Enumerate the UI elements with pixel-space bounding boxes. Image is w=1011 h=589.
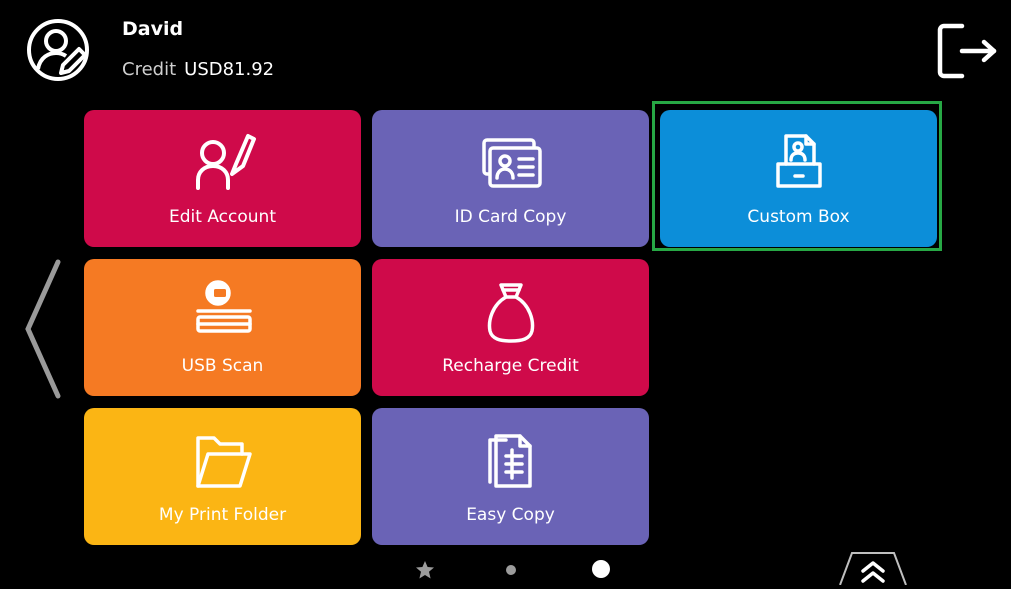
chevron-left-icon[interactable] <box>22 258 62 400</box>
recharge-credit-tile[interactable]: Recharge Credit <box>372 259 649 396</box>
id-card-icon <box>476 128 546 198</box>
tile-label: Easy Copy <box>466 505 555 525</box>
user-edit-icon[interactable] <box>25 17 91 83</box>
page-indicator-dot[interactable] <box>506 565 516 575</box>
usb-scanner-icon <box>188 277 258 347</box>
logout-icon[interactable] <box>932 18 998 84</box>
tile-label: Edit Account <box>169 207 276 227</box>
id-card-copy-tile[interactable]: ID Card Copy <box>372 110 649 247</box>
selection-highlight <box>652 101 942 251</box>
credit-label: Credit <box>122 59 177 80</box>
copy-documents-icon <box>476 426 546 496</box>
user-pen-icon <box>188 128 258 198</box>
user-name: David <box>122 18 184 40</box>
tile-label: USB Scan <box>181 356 264 376</box>
my-print-folder-tile[interactable]: My Print Folder <box>84 408 361 545</box>
usb-scan-tile[interactable]: USB Scan <box>84 259 361 396</box>
tile-label: Recharge Credit <box>442 356 579 376</box>
edit-account-tile[interactable]: Edit Account <box>84 110 361 247</box>
tile-label: My Print Folder <box>158 505 287 525</box>
easy-copy-tile[interactable]: Easy Copy <box>372 408 649 545</box>
tile-label: ID Card Copy <box>454 207 567 227</box>
home-page-star-icon[interactable] <box>415 560 435 580</box>
credit-value: USD81.92 <box>184 59 275 80</box>
double-chevron-up-icon[interactable] <box>838 551 908 586</box>
folder-icon <box>188 426 258 496</box>
header: David Credit USD81.92 <box>0 0 1011 100</box>
page-indicator-dot-active[interactable] <box>592 560 610 578</box>
credit-info: Credit USD81.92 <box>122 59 274 80</box>
money-bag-icon <box>476 277 546 347</box>
